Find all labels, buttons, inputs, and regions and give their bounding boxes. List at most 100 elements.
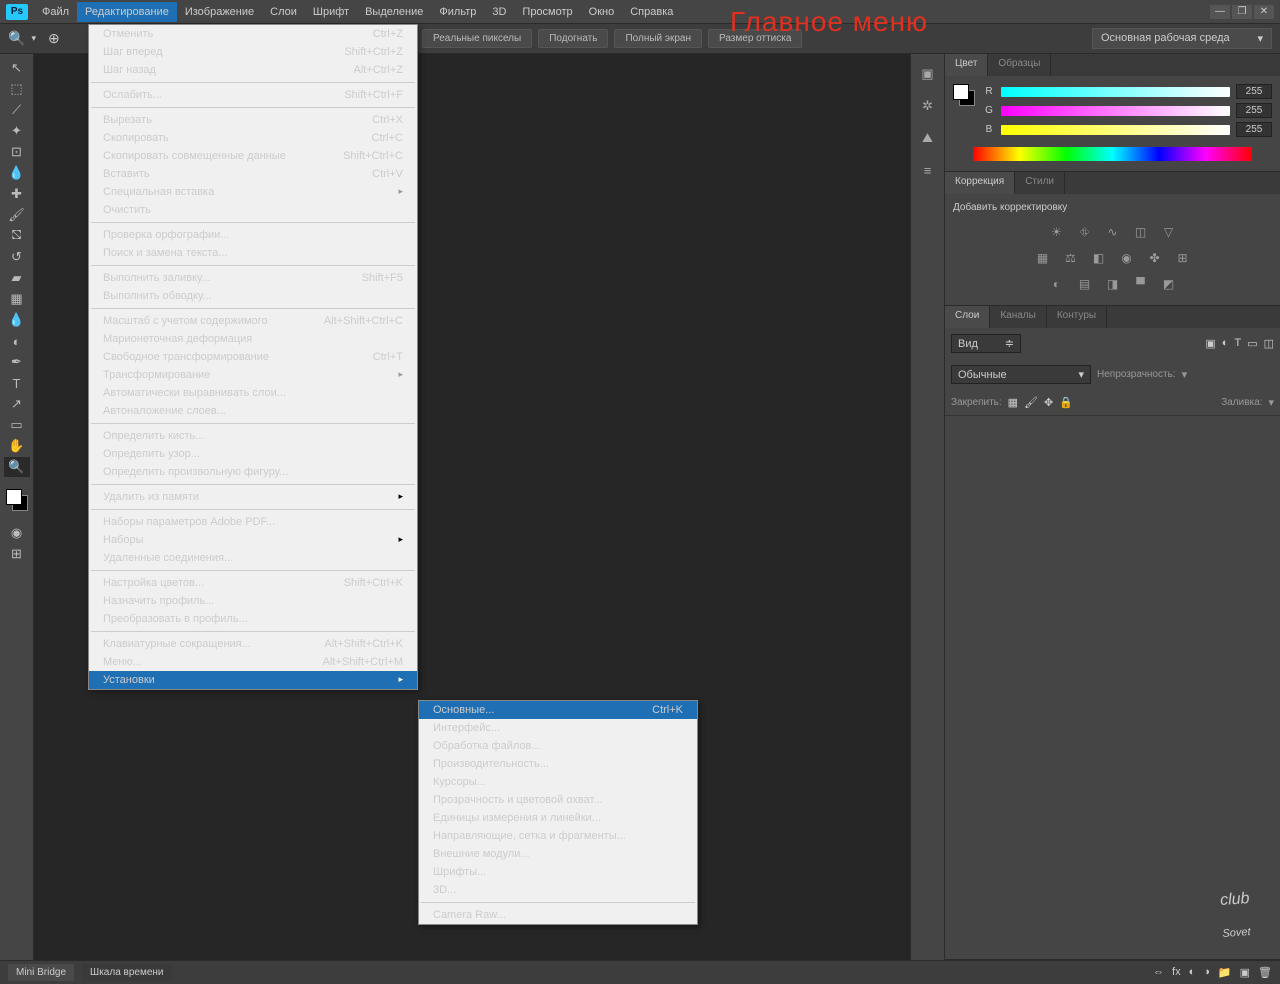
folder-icon[interactable]: 📁: [1218, 966, 1232, 979]
tab-styles[interactable]: Стили: [1015, 172, 1065, 194]
option-Полный экран[interactable]: Полный экран: [614, 29, 702, 48]
history-brush-tool[interactable]: ↺: [4, 247, 30, 267]
screenmode-icon[interactable]: ⊞: [4, 544, 30, 564]
pen-tool[interactable]: ✒: [4, 352, 30, 372]
r-value[interactable]: 255: [1236, 84, 1272, 99]
footer-tab-minibridge[interactable]: Mini Bridge: [8, 964, 74, 981]
adj-lut-icon[interactable]: ⊞: [1174, 249, 1192, 267]
menuitem-Camera Raw...[interactable]: Camera Raw...: [419, 906, 697, 924]
lasso-tool[interactable]: ⟋: [4, 100, 30, 120]
adj-levels-icon[interactable]: ⛗: [1076, 223, 1094, 241]
menuitem-Клавиатурные сокращения...[interactable]: Клавиатурные сокращения...Alt+Shift+Ctrl…: [89, 635, 417, 653]
adj-threshold-icon[interactable]: ◨: [1104, 275, 1122, 293]
b-slider[interactable]: [1001, 125, 1230, 135]
menu-3D[interactable]: 3D: [484, 2, 514, 22]
link-icon[interactable]: ⇔: [1153, 966, 1164, 979]
crop-tool[interactable]: ⊡: [4, 142, 30, 162]
fx-icon[interactable]: fx: [1172, 966, 1181, 979]
footer-tab-timeline[interactable]: Шкала времени: [82, 964, 171, 981]
adj-balance-icon[interactable]: ⚖: [1062, 249, 1080, 267]
layer-kind-select[interactable]: Вид≑: [951, 334, 1021, 353]
menu-Изображение[interactable]: Изображение: [177, 2, 262, 22]
adj-vibrance-icon[interactable]: ▽: [1160, 223, 1178, 241]
tab-channels[interactable]: Каналы: [990, 306, 1047, 328]
menu-Редактирование[interactable]: Редактирование: [77, 2, 177, 22]
wand-tool[interactable]: ✦: [4, 121, 30, 141]
adj-exposure-icon[interactable]: ◫: [1132, 223, 1150, 241]
menu-Шрифт[interactable]: Шрифт: [305, 2, 357, 22]
adj-selective-icon[interactable]: ◩: [1160, 275, 1178, 293]
adj-gradient-icon[interactable]: ▀: [1132, 275, 1150, 293]
spectrum-bar[interactable]: [973, 147, 1252, 161]
color-swatch[interactable]: [6, 489, 28, 511]
eraser-tool[interactable]: ▰: [4, 268, 30, 288]
r-slider[interactable]: [1001, 87, 1230, 97]
mask-icon[interactable]: ◐: [1189, 966, 1196, 979]
menuitem-Меню...[interactable]: Меню...Alt+Shift+Ctrl+M: [89, 653, 417, 671]
filter-pixel-icon[interactable]: ▣: [1205, 337, 1215, 350]
adj-invert-icon[interactable]: ◐: [1048, 275, 1066, 293]
blend-mode-select[interactable]: Обычные▾: [951, 365, 1091, 384]
stamp-tool[interactable]: ⛞: [4, 226, 30, 246]
maximize-button[interactable]: ❐: [1232, 5, 1252, 19]
adj-curves-icon[interactable]: ∿: [1104, 223, 1122, 241]
brush-tool[interactable]: 🖌: [4, 205, 30, 225]
b-value[interactable]: 255: [1236, 122, 1272, 137]
option-Реальные пикселы[interactable]: Реальные пикселы: [422, 29, 532, 48]
menuitem-Настройка цветов...[interactable]: Настройка цветов...Shift+Ctrl+K: [89, 574, 417, 592]
menu-Слои[interactable]: Слои: [262, 2, 305, 22]
adj-brightness-icon[interactable]: ☀: [1048, 223, 1066, 241]
menuitem-Основные...[interactable]: Основные...Ctrl+K: [419, 701, 697, 719]
menuitem-Прозрачность и цветовой охват...[interactable]: Прозрачность и цветовой охват...: [419, 791, 697, 809]
menuitem-Удалить из памяти[interactable]: Удалить из памяти: [89, 488, 417, 506]
menuitem-Шаг назад[interactable]: Шаг назадAlt+Ctrl+Z: [89, 61, 417, 79]
menuitem-Единицы измерения и линейки...[interactable]: Единицы измерения и линейки...: [419, 809, 697, 827]
menu-Выделение[interactable]: Выделение: [357, 2, 431, 22]
workspace-selector[interactable]: Основная рабочая среда▾: [1092, 28, 1272, 49]
marquee-tool[interactable]: ⬚: [4, 79, 30, 99]
move-tool[interactable]: ↖: [4, 58, 30, 78]
menuitem-Отменить[interactable]: ОтменитьCtrl+Z: [89, 25, 417, 43]
hand-tool[interactable]: ✋: [4, 436, 30, 456]
heal-tool[interactable]: ✚: [4, 184, 30, 204]
menuitem-3D...[interactable]: 3D...: [419, 881, 697, 899]
menuitem-Наборы[interactable]: Наборы: [89, 531, 417, 549]
option-Подогнать[interactable]: Подогнать: [538, 29, 608, 48]
tab-layers[interactable]: Слои: [945, 306, 990, 328]
menuitem-Установки[interactable]: Установки: [89, 671, 417, 689]
tab-swatches[interactable]: Образцы: [988, 54, 1051, 76]
g-slider[interactable]: [1001, 106, 1230, 116]
menu-Фильтр[interactable]: Фильтр: [431, 2, 484, 22]
menuitem-Наборы параметров Adobe PDF...[interactable]: Наборы параметров Adobe PDF...: [89, 513, 417, 531]
blur-tool[interactable]: 💧: [4, 310, 30, 330]
filter-shape-icon[interactable]: ▭: [1247, 337, 1257, 350]
dock-icon-1[interactable]: ▣: [918, 64, 938, 84]
lock-transparent-icon[interactable]: ▦: [1008, 396, 1018, 409]
dock-icon-3[interactable]: ⛰: [918, 128, 938, 148]
menu-Окно[interactable]: Окно: [581, 2, 623, 22]
tab-paths[interactable]: Контуры: [1047, 306, 1107, 328]
menuitem-Производительность...[interactable]: Производительность...: [419, 755, 697, 773]
adj-icon[interactable]: ◑: [1203, 966, 1210, 979]
quickmask-icon[interactable]: ◉: [4, 523, 30, 543]
close-button[interactable]: ✕: [1254, 5, 1274, 19]
dock-icon-2[interactable]: ✲: [918, 96, 938, 116]
zoom-tool[interactable]: 🔍: [4, 457, 30, 477]
g-value[interactable]: 255: [1236, 103, 1272, 118]
adj-bw-icon[interactable]: ◧: [1090, 249, 1108, 267]
type-tool[interactable]: T: [4, 373, 30, 393]
gradient-tool[interactable]: ▦: [4, 289, 30, 309]
menuitem-Курсоры...[interactable]: Курсоры...: [419, 773, 697, 791]
dodge-tool[interactable]: ◐: [4, 331, 30, 351]
zoom-icon[interactable]: 🔍: [8, 30, 25, 47]
menuitem-Интерфейс...[interactable]: Интерфейс...: [419, 719, 697, 737]
tab-adjustments[interactable]: Коррекция: [945, 172, 1015, 194]
eyedropper-tool[interactable]: 💧: [4, 163, 30, 183]
filter-adj-icon[interactable]: ◐: [1222, 337, 1229, 350]
panel-swatch[interactable]: [953, 84, 975, 106]
minimize-button[interactable]: —: [1210, 5, 1230, 19]
new-icon[interactable]: ▣: [1240, 966, 1250, 979]
dock-icon-4[interactable]: ≡: [918, 160, 938, 180]
menu-Справка[interactable]: Справка: [622, 2, 681, 22]
trash-icon[interactable]: 🗑: [1258, 966, 1272, 979]
